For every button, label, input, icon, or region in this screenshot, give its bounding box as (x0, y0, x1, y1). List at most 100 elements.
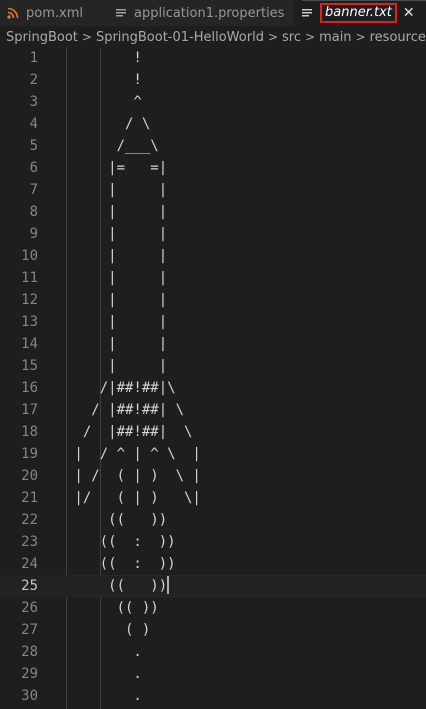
rss-icon (6, 6, 20, 20)
lines-icon (300, 6, 314, 20)
line-text: | / ^ | ^ \ | (66, 446, 201, 462)
line-text: . (66, 688, 142, 704)
line-text: | | (66, 226, 168, 242)
code-line[interactable]: 16 /|##!##|\ (0, 377, 426, 399)
line-text: |= =| (66, 160, 168, 176)
line-text: ( ) (66, 622, 151, 638)
line-text: ! (66, 72, 142, 88)
tab-banner-txt[interactable]: banner.txt ✕ (294, 0, 426, 26)
line-number: 7 (29, 182, 38, 198)
line-text: / \ (66, 116, 151, 132)
line-text: | | (66, 182, 168, 198)
line-number: 9 (29, 226, 38, 242)
line-text: | / ( | ) \ | (66, 468, 201, 484)
line-number: 12 (21, 292, 38, 308)
breadcrumb-item-src[interactable]: src (282, 30, 301, 45)
code-line[interactable]: 20 | / ( | ) \ | (0, 465, 426, 487)
tab-label: pom.xml (26, 5, 83, 21)
line-text: (( : )) (66, 556, 176, 572)
line-number: 8 (29, 204, 38, 220)
line-text: / |##!##| \ (66, 402, 185, 418)
breadcrumb-item-main[interactable]: main (319, 30, 351, 45)
line-text: ^ (66, 94, 142, 110)
code-line[interactable]: 23 (( : )) (0, 531, 426, 553)
line-text: (( : )) (66, 534, 176, 550)
code-line[interactable]: 22 (( )) (0, 509, 426, 531)
chevron-right-icon: > (305, 30, 316, 44)
breadcrumb-item-resources[interactable]: resources (370, 30, 426, 45)
line-number: 25 (21, 578, 38, 594)
breadcrumb-item-project[interactable]: SpringBoot-01-HelloWorld (96, 30, 264, 45)
code-line[interactable]: 2 ! (0, 69, 426, 91)
chevron-right-icon: > (267, 30, 279, 44)
line-number: 13 (21, 314, 38, 330)
code-line[interactable]: 14 | | (0, 333, 426, 355)
line-text: . (66, 666, 142, 682)
code-line[interactable]: 8 | | (0, 201, 426, 223)
active-tab-indicator (302, 0, 426, 1)
code-line[interactable]: 27 ( ) (0, 619, 426, 641)
line-number: 29 (21, 666, 38, 682)
line-text: | | (66, 248, 168, 264)
code-line[interactable]: 12 | | (0, 289, 426, 311)
code-line[interactable]: 9 | | (0, 223, 426, 245)
text-cursor (167, 576, 170, 594)
close-icon[interactable]: ✕ (403, 5, 415, 21)
line-number: 24 (21, 556, 38, 572)
line-text: . (66, 644, 142, 660)
code-line[interactable]: 21 |/ ( | ) \| (0, 487, 426, 509)
line-number: 4 (29, 116, 38, 132)
line-number: 27 (21, 622, 38, 638)
line-number: 20 (21, 468, 38, 484)
line-text: (( )) (66, 576, 170, 594)
code-line[interactable]: 4 / \ (0, 113, 426, 135)
line-text: |/ ( | ) \| (66, 490, 201, 506)
line-text: /|##!##|\ (66, 380, 176, 396)
code-line[interactable]: 11 | | (0, 267, 426, 289)
code-line[interactable]: 3 ^ (0, 91, 426, 113)
tab-label: application1.properties (134, 5, 285, 21)
code-line[interactable]: 18 / |##!##| \ (0, 421, 426, 443)
breadcrumb-item-springboot[interactable]: SpringBoot (6, 30, 78, 45)
line-text: ! (66, 50, 142, 66)
code-line[interactable]: 26 (( )) (0, 597, 426, 619)
code-line[interactable]: 1 ! (0, 47, 426, 69)
code-line[interactable]: 13 | | (0, 311, 426, 333)
line-number: 17 (21, 402, 38, 418)
lines-icon (114, 6, 128, 20)
line-text: /___\ (66, 138, 159, 154)
tab-application1-properties[interactable]: application1.properties (108, 0, 294, 26)
line-number: 10 (21, 248, 38, 264)
tab-pom-xml[interactable]: pom.xml (0, 0, 108, 26)
line-number: 11 (21, 270, 38, 286)
line-text: (( )) (66, 512, 168, 528)
code-line[interactable]: 7 | | (0, 179, 426, 201)
code-line[interactable]: 17 / |##!##| \ (0, 399, 426, 421)
code-line[interactable]: 15 | | (0, 355, 426, 377)
code-line[interactable]: 25 (( )) (0, 575, 426, 597)
code-line[interactable]: 6 |= =| (0, 157, 426, 179)
code-line[interactable]: 30 . (0, 685, 426, 707)
code-line[interactable]: 10 | | (0, 245, 426, 267)
breadcrumb: SpringBoot > SpringBoot-01-HelloWorld > … (0, 26, 426, 48)
line-text: | | (66, 358, 168, 374)
line-number: 14 (21, 336, 38, 352)
line-number: 19 (21, 446, 38, 462)
line-number: 2 (29, 72, 38, 88)
line-number: 18 (21, 424, 38, 440)
chevron-right-icon: > (355, 30, 366, 44)
line-number: 5 (29, 138, 38, 154)
code-line[interactable]: 28 . (0, 641, 426, 663)
line-text: | | (66, 336, 168, 352)
code-line[interactable]: 5 /___\ (0, 135, 426, 157)
code-line[interactable]: 29 . (0, 663, 426, 685)
line-number: 6 (29, 160, 38, 176)
tab-label: banner.txt (320, 3, 397, 23)
code-editor[interactable]: 1 ! 2 ! 3 ^ 4 / \ 5 /___\ 6 |= =| 7 | | 8 | | 9 … (0, 48, 426, 709)
code-line[interactable]: 24 (( : )) (0, 553, 426, 575)
line-text: | | (66, 270, 168, 286)
line-text: (( )) (66, 600, 159, 616)
code-line[interactable]: 19 | / ^ | ^ \ | (0, 443, 426, 465)
line-text: / |##!##| \ (66, 424, 193, 440)
line-number: 26 (21, 600, 38, 616)
